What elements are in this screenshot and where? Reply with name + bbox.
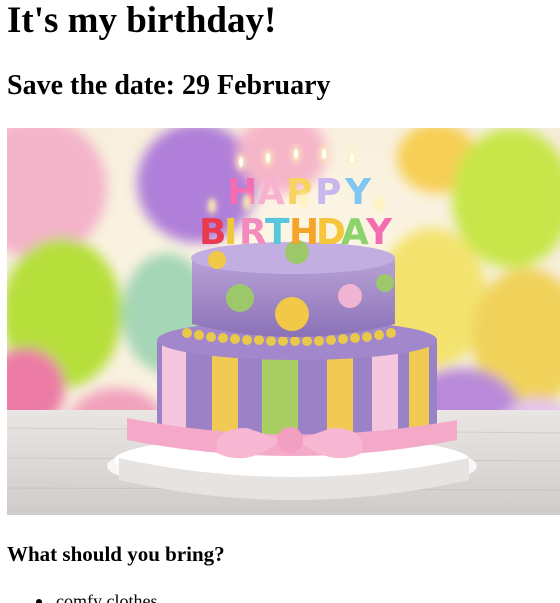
svg-text:A: A: [341, 212, 369, 253]
svg-text:Y: Y: [344, 172, 372, 213]
svg-text:P: P: [286, 172, 312, 213]
page-title: It's my birthday!: [7, 0, 277, 41]
svg-text:Y: Y: [365, 212, 393, 253]
list-item: comfy clothes: [36, 590, 157, 603]
bring-list: comfy clothes: [36, 590, 157, 603]
svg-text:T: T: [265, 212, 290, 253]
svg-text:I: I: [224, 212, 237, 253]
svg-text:B: B: [199, 212, 226, 253]
what-to-bring-heading: What should you bring?: [7, 542, 225, 566]
svg-text:H: H: [227, 172, 257, 213]
svg-text:P: P: [315, 172, 341, 213]
save-the-date-heading: Save the date: 29 February: [7, 70, 331, 101]
svg-text:H: H: [289, 212, 319, 253]
birthday-cake-image: H A P P Y B I R T H D A Y: [7, 128, 560, 515]
svg-text:R: R: [239, 212, 267, 253]
svg-text:A: A: [257, 172, 285, 213]
